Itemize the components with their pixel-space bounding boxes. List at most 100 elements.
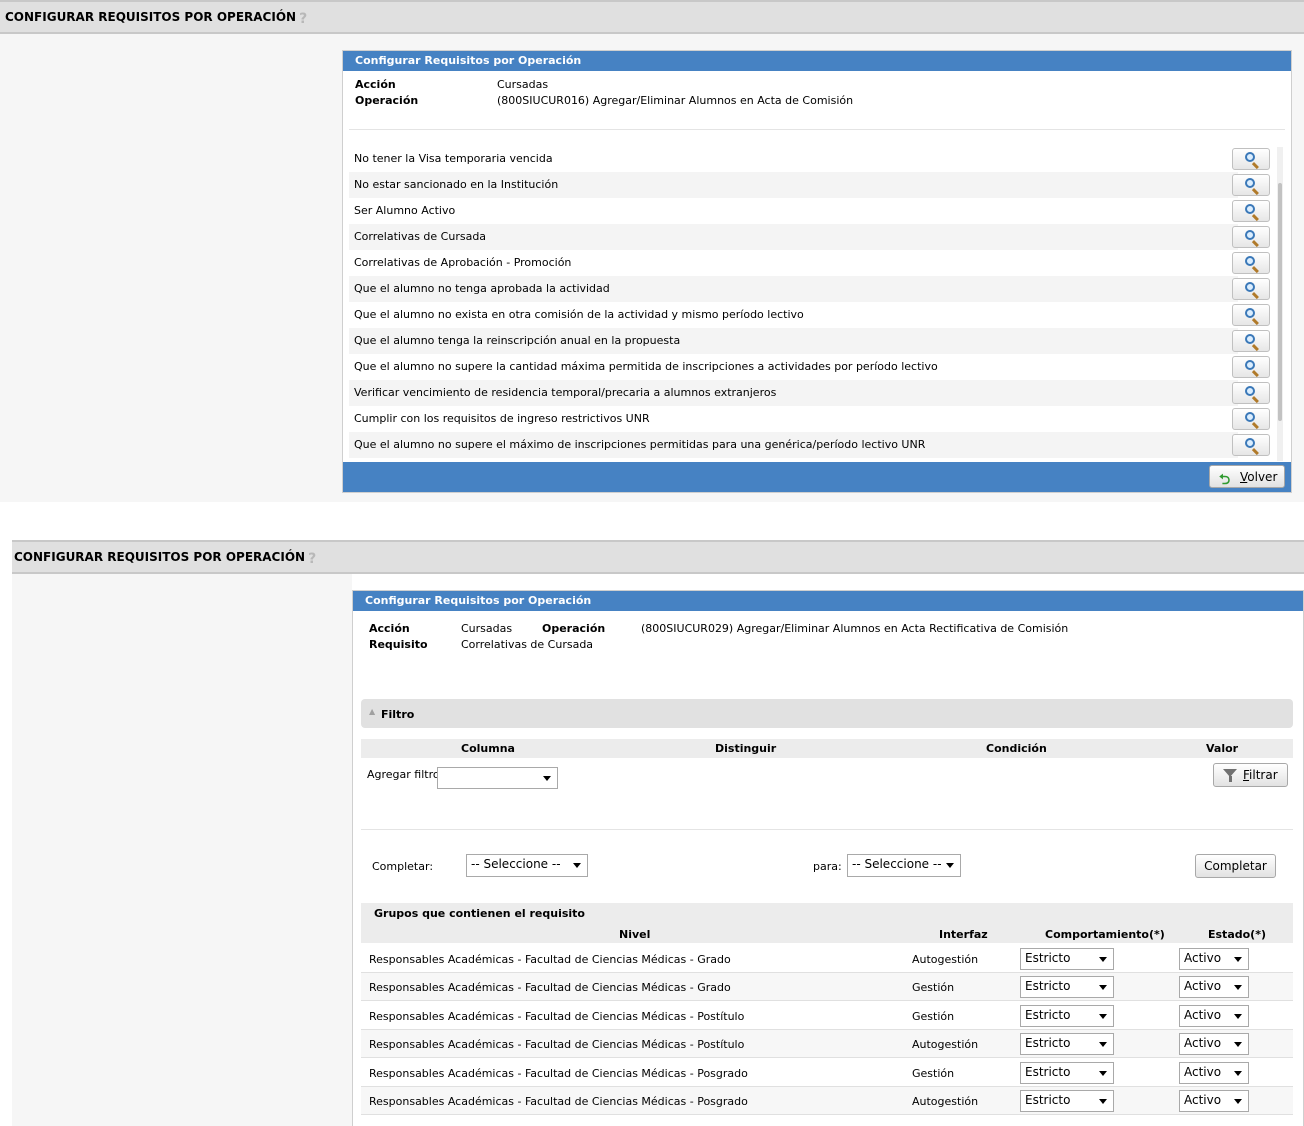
requisito-row: No tener la Visa temporaria vencida bbox=[349, 146, 1238, 172]
requisito-label: Que el alumno no exista en otra comisión… bbox=[354, 308, 804, 321]
left-area bbox=[12, 574, 352, 1126]
estado-select[interactable]: Activo bbox=[1179, 1004, 1249, 1027]
ver-requisito-button[interactable] bbox=[1232, 174, 1270, 196]
estado-select[interactable]: Activo bbox=[1179, 976, 1249, 999]
help-icon[interactable]: ? bbox=[308, 551, 316, 567]
requisito-label: Cumplir con los requisitos de ingreso re… bbox=[354, 412, 650, 425]
ver-requisito-button[interactable] bbox=[1232, 330, 1270, 352]
chevron-down-icon bbox=[1234, 1070, 1242, 1076]
ver-requisito-button[interactable] bbox=[1232, 356, 1270, 378]
page-title: CONFIGURAR REQUISITOS POR OPERACIÓN bbox=[5, 10, 297, 24]
panel-title: Configurar Requisitos por Operación bbox=[343, 51, 1291, 71]
filter-header-row: Columna Distinguir Condición Valor bbox=[361, 739, 1293, 758]
estado-select[interactable]: Activo bbox=[1179, 1033, 1249, 1056]
requisito-row: Cumplir con los requisitos de ingreso re… bbox=[349, 406, 1238, 432]
magnifier-icon bbox=[1245, 230, 1255, 240]
magnifier-handle-icon bbox=[1251, 214, 1259, 222]
filtro-header[interactable]: ▲ Filtro bbox=[361, 699, 1293, 728]
col-comportamiento: Comportamiento(*) bbox=[1045, 928, 1165, 941]
chevron-down-icon bbox=[1099, 1042, 1107, 1048]
ver-requisito-button[interactable] bbox=[1232, 434, 1270, 456]
magnifier-handle-icon bbox=[1251, 318, 1259, 326]
comportamiento-select[interactable]: Estricto bbox=[1020, 1004, 1114, 1027]
chevron-down-icon bbox=[1234, 1042, 1242, 1048]
accion-value: Cursadas bbox=[497, 78, 549, 91]
requisito-row: Que el alumno no exista en otra comisión… bbox=[349, 302, 1238, 328]
scrollbar-thumb[interactable] bbox=[1278, 183, 1282, 421]
magnifier-handle-icon bbox=[1251, 162, 1259, 170]
col-distinguir: Distinguir bbox=[715, 742, 777, 755]
magnifier-icon bbox=[1245, 204, 1255, 214]
magnifier-handle-icon bbox=[1251, 266, 1259, 274]
divider bbox=[349, 129, 1285, 130]
magnifier-handle-icon bbox=[1251, 344, 1259, 352]
col-valor: Valor bbox=[1206, 742, 1239, 755]
magnifier-handle-icon bbox=[1251, 188, 1259, 196]
col-estado: Estado(*) bbox=[1208, 928, 1266, 941]
completar-select[interactable]: -- Seleccione -- bbox=[466, 854, 588, 877]
magnifier-icon bbox=[1245, 438, 1255, 448]
grupo-nivel: Responsables Académicas - Facultad de Ci… bbox=[369, 953, 731, 966]
ver-requisito-button[interactable] bbox=[1232, 148, 1270, 170]
chevron-down-icon bbox=[1099, 985, 1107, 991]
grupo-interfaz: Gestión bbox=[912, 1066, 955, 1080]
requisito-value: Correlativas de Cursada bbox=[461, 638, 594, 651]
requisito-row: Que el alumno no tenga aprobada la activ… bbox=[349, 276, 1238, 302]
grupo-row: Responsables Académicas - Facultad de Ci… bbox=[361, 973, 1293, 1002]
grupo-interfaz: Autogestión bbox=[912, 1095, 979, 1108]
grupo-interfaz: Gestión bbox=[912, 981, 955, 995]
estado-select[interactable]: Activo bbox=[1179, 948, 1249, 970]
magnifier-handle-icon bbox=[1251, 292, 1259, 300]
operacion-label: Operación bbox=[355, 94, 419, 107]
panel-title: Configurar Requisitos por Operación bbox=[353, 591, 1303, 611]
grupo-nivel: Responsables Académicas - Facultad de Ci… bbox=[369, 1038, 745, 1052]
col-interfaz: Interfaz bbox=[939, 928, 988, 941]
requisito-row: Que el alumno tenga la reinscripción anu… bbox=[349, 328, 1238, 354]
agregar-filtro-select[interactable] bbox=[437, 767, 558, 789]
grupo-row: Responsables Académicas - Facultad de Ci… bbox=[361, 945, 1293, 973]
completar-button[interactable]: Completar bbox=[1195, 854, 1276, 878]
requisito-label: Correlativas de Aprobación - Promoción bbox=[354, 256, 572, 269]
grupo-nivel: Responsables Académicas - Facultad de Ci… bbox=[369, 1009, 745, 1023]
para-select[interactable]: -- Seleccione -- bbox=[847, 854, 961, 877]
col-nivel: Nivel bbox=[619, 928, 651, 941]
comportamiento-select[interactable]: Estricto bbox=[1020, 1033, 1114, 1056]
ver-requisito-button[interactable] bbox=[1232, 278, 1270, 300]
magnifier-icon bbox=[1245, 152, 1255, 162]
requisito-row: Ser Alumno Activo bbox=[349, 198, 1238, 224]
comportamiento-select[interactable]: Estricto bbox=[1020, 948, 1114, 970]
chevron-down-icon bbox=[1234, 957, 1242, 962]
magnifier-handle-icon bbox=[1251, 396, 1259, 404]
ver-requisito-button[interactable] bbox=[1232, 408, 1270, 430]
operacion-value: (800SIUCUR029) Agregar/Eliminar Alumnos … bbox=[641, 622, 1069, 635]
scrollbar[interactable] bbox=[1277, 147, 1283, 461]
requisito-label: Que el alumno tenga la reinscripción anu… bbox=[354, 334, 681, 347]
grupo-interfaz: Autogestión bbox=[912, 953, 979, 966]
col-columna: Columna bbox=[461, 742, 515, 755]
comportamiento-select[interactable]: Estricto bbox=[1020, 1061, 1114, 1084]
ver-requisito-button[interactable] bbox=[1232, 226, 1270, 248]
magnifier-icon bbox=[1245, 334, 1255, 344]
estado-select[interactable]: Activo bbox=[1179, 1061, 1249, 1084]
grupo-nivel: Responsables Académicas - Facultad de Ci… bbox=[369, 981, 731, 995]
requisito-row: Que el alumno no supere la cantidad máxi… bbox=[349, 354, 1238, 380]
estado-select[interactable]: Activo bbox=[1179, 1090, 1249, 1112]
funnel-stem-icon bbox=[1229, 776, 1232, 782]
filtrar-button[interactable]: Filtrar bbox=[1213, 763, 1288, 787]
agregar-filtro-label: Agregar filtro bbox=[367, 768, 440, 781]
ver-requisito-button[interactable] bbox=[1232, 382, 1270, 404]
help-icon[interactable]: ? bbox=[299, 11, 307, 27]
comportamiento-select[interactable]: Estricto bbox=[1020, 1090, 1114, 1112]
chevron-down-icon bbox=[573, 863, 581, 868]
volver-button[interactable]: ⮌ Volver bbox=[1209, 465, 1285, 488]
requisitos-panel: Configurar Requisitos por Operación Acci… bbox=[342, 50, 1292, 493]
divider bbox=[361, 829, 1293, 830]
accion-value: Cursadas bbox=[461, 622, 513, 635]
magnifier-icon bbox=[1245, 360, 1255, 370]
config-panel: Configurar Requisitos por Operación Acci… bbox=[352, 590, 1304, 1126]
comportamiento-select[interactable]: Estricto bbox=[1020, 976, 1114, 999]
ver-requisito-button[interactable] bbox=[1232, 200, 1270, 222]
grupo-row: Responsables Académicas - Facultad de Ci… bbox=[361, 1059, 1293, 1087]
ver-requisito-button[interactable] bbox=[1232, 304, 1270, 326]
ver-requisito-button[interactable] bbox=[1232, 252, 1270, 274]
